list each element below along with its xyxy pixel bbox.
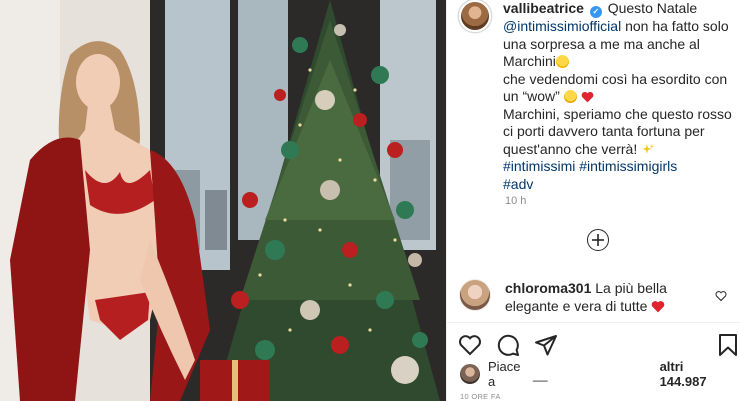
author-username[interactable]: vallibeatrice xyxy=(503,0,584,16)
comment-text-line-1: La più bella xyxy=(595,280,667,296)
caption-line-6: un “wow” xyxy=(503,88,560,104)
plus-circle-icon xyxy=(592,234,604,246)
laughing-face-icon xyxy=(563,90,577,103)
red-heart-icon xyxy=(581,91,593,103)
like-button[interactable] xyxy=(458,333,482,357)
hashtags-line-2[interactable]: #adv xyxy=(503,176,735,194)
save-button[interactable] xyxy=(716,333,740,357)
sparkles-icon xyxy=(642,143,655,154)
post-date[interactable]: 10 ORE FA xyxy=(460,392,501,401)
comment-item: chloroma301 La più bella elegante e vera… xyxy=(459,279,735,315)
mention-link[interactable]: @intimissimiofficial xyxy=(503,18,621,34)
grinning-face-icon xyxy=(555,55,569,68)
caption-timestamp[interactable]: 10 h xyxy=(505,195,526,207)
caption-line-4: Marchini xyxy=(503,53,556,69)
share-button[interactable] xyxy=(534,333,558,357)
redacted-name-block xyxy=(551,367,656,381)
comment-text-line-2: elegante e vera di tutte xyxy=(505,298,648,314)
caption-line-5: che vedendomi così ha esordito con xyxy=(503,70,728,87)
load-more-comments-button[interactable] xyxy=(587,229,609,251)
hashtags-line-1[interactable]: #intimissimi #intimissimigirls xyxy=(503,158,735,176)
caption: vallibeatrice ✓ Questo Natale @intimissi… xyxy=(459,0,735,193)
post-photo[interactable] xyxy=(0,0,446,401)
likes-count[interactable]: altri 144.987 xyxy=(660,359,730,389)
caption-text: vallibeatrice ✓ Questo Natale @intimissi… xyxy=(503,0,735,193)
likes-prefix: Piace a xyxy=(488,359,521,389)
verified-badge-icon: ✓ xyxy=(589,6,602,18)
comment-icon xyxy=(497,334,519,356)
caption-line-9: quest'anno che verrà! xyxy=(503,140,638,157)
liker-avatar[interactable] xyxy=(460,364,480,384)
likes-summary: Piace a __ altri 144.987 xyxy=(460,359,730,389)
heart-outline-icon xyxy=(459,335,481,356)
comment-text: chloroma301 La più bella elegante e vera… xyxy=(505,279,715,315)
caption-line-3: una sorpresa a me ma anche al xyxy=(503,35,700,52)
commenter-username[interactable]: chloroma301 xyxy=(505,280,591,296)
share-icon xyxy=(535,335,557,356)
instagram-post: vallibeatrice ✓ Questo Natale @intimissi… xyxy=(0,0,740,401)
comment-like-heart-icon[interactable] xyxy=(715,290,727,302)
caption-line-1: Questo Natale xyxy=(607,0,698,16)
author-avatar[interactable] xyxy=(459,0,491,32)
commenter-avatar[interactable] xyxy=(459,279,491,311)
comment-button[interactable] xyxy=(496,333,520,357)
caption-line-8: ci porti davvero tanta fortuna per xyxy=(503,123,705,139)
photo-scene xyxy=(0,0,446,401)
bookmark-icon xyxy=(719,334,737,356)
caption-line-2: non ha fatto solo xyxy=(621,18,729,34)
action-bar xyxy=(446,322,740,362)
caption-line-7: Marchini, speriamo che questo rosso xyxy=(503,105,732,122)
red-heart-icon xyxy=(652,301,665,313)
likes-hidden-name[interactable]: __ xyxy=(533,367,547,382)
